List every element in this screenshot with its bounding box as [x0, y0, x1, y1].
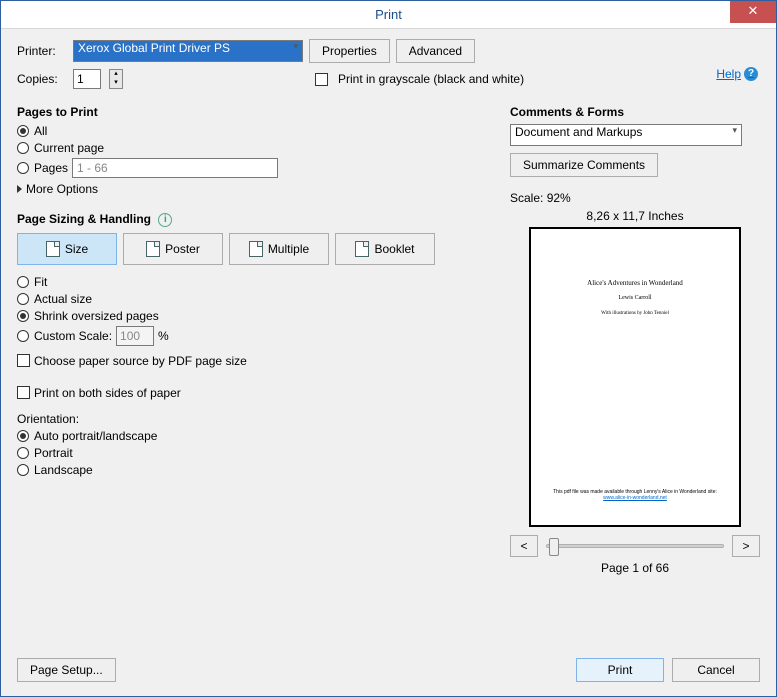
page-slider[interactable]: [546, 544, 724, 548]
radio-custom-label: Custom Scale:: [34, 329, 112, 343]
radio-actual-label: Actual size: [34, 292, 92, 306]
chevron-down-icon: ▾: [293, 41, 298, 52]
advanced-button[interactable]: Advanced: [396, 39, 475, 63]
tab-multiple[interactable]: Multiple: [229, 233, 329, 265]
radio-shrink-label: Shrink oversized pages: [34, 309, 159, 323]
print-button[interactable]: Print: [576, 658, 664, 682]
tab-size[interactable]: Size: [17, 233, 117, 265]
help-icon: ?: [744, 67, 758, 81]
radio-current-label: Current page: [34, 141, 104, 155]
tab-poster[interactable]: Poster: [123, 233, 223, 265]
radio-actual-size[interactable]: [17, 293, 29, 305]
preview-doc-link: www.alice-in-wonderland.net: [545, 495, 725, 501]
chevron-down-icon: ▾: [732, 125, 737, 136]
page-indicator: Page 1 of 66: [510, 561, 760, 575]
radio-all[interactable]: [17, 125, 29, 137]
slider-thumb[interactable]: [549, 538, 559, 556]
spin-up-icon[interactable]: ▴: [110, 70, 122, 79]
print-preview: Alice's Adventures in Wonderland Lewis C…: [529, 227, 741, 527]
radio-pages-label: Pages: [34, 161, 68, 175]
summarize-comments-button[interactable]: Summarize Comments: [510, 153, 658, 177]
radio-custom-scale[interactable]: [17, 330, 29, 342]
scale-readout: Scale: 92%: [510, 191, 760, 205]
grayscale-checkbox[interactable]: [315, 73, 328, 86]
page-setup-button[interactable]: Page Setup...: [17, 658, 116, 682]
page-icon: [46, 241, 60, 257]
copies-spinner[interactable]: ▴▾: [109, 69, 123, 89]
pages-range-input[interactable]: [72, 158, 278, 178]
more-options-toggle[interactable]: More Options: [17, 182, 490, 196]
radio-fit[interactable]: [17, 276, 29, 288]
pages-to-print-heading: Pages to Print: [17, 105, 490, 119]
copies-label: Copies:: [17, 72, 67, 86]
radio-portrait[interactable]: [17, 447, 29, 459]
preview-doc-title: Alice's Adventures in Wonderland: [545, 279, 725, 287]
cancel-button[interactable]: Cancel: [672, 658, 760, 682]
radio-auto-label: Auto portrait/landscape: [34, 429, 157, 443]
window-title: Print: [1, 1, 776, 29]
both-sides-checkbox[interactable]: [17, 386, 30, 399]
radio-pages[interactable]: [17, 162, 29, 174]
comments-forms-heading: Comments & Forms: [510, 105, 760, 119]
grayscale-label: Print in grayscale (black and white): [338, 72, 524, 86]
preview-doc-author: Lewis Carroll: [545, 295, 725, 301]
radio-landscape-label: Landscape: [34, 463, 93, 477]
comments-forms-select[interactable]: Document and Markups ▾: [510, 124, 742, 146]
next-page-button[interactable]: >: [732, 535, 760, 557]
titlebar: Print ✕: [1, 1, 776, 29]
page-icon: [146, 241, 160, 257]
properties-button[interactable]: Properties: [309, 39, 390, 63]
spin-down-icon[interactable]: ▾: [110, 79, 122, 88]
sizing-heading: Page Sizing & Handling i: [17, 212, 490, 227]
radio-shrink[interactable]: [17, 310, 29, 322]
comments-forms-selected: Document and Markups: [515, 125, 642, 139]
printer-select[interactable]: Xerox Global Print Driver PS ▾: [73, 40, 303, 62]
radio-auto-orientation[interactable]: [17, 430, 29, 442]
custom-scale-input[interactable]: [116, 326, 154, 346]
radio-all-label: All: [34, 124, 47, 138]
info-icon[interactable]: i: [158, 213, 172, 227]
choose-paper-checkbox[interactable]: [17, 354, 30, 367]
tab-booklet[interactable]: Booklet: [335, 233, 435, 265]
print-dialog: Print ✕ Help ? Printer: Xerox Global Pri…: [0, 0, 777, 697]
percent-label: %: [158, 329, 169, 343]
radio-fit-label: Fit: [34, 275, 47, 289]
radio-current-page[interactable]: [17, 142, 29, 154]
radio-landscape[interactable]: [17, 464, 29, 476]
help-label: Help: [716, 67, 741, 81]
choose-paper-label: Choose paper source by PDF page size: [34, 354, 247, 368]
orientation-heading: Orientation:: [17, 412, 490, 426]
prev-page-button[interactable]: <: [510, 535, 538, 557]
printer-label: Printer:: [17, 44, 67, 58]
more-options-label: More Options: [26, 182, 98, 196]
page-icon: [249, 241, 263, 257]
page-icon: [355, 241, 369, 257]
preview-doc-illustrator: With illustrations by John Tenniel: [545, 311, 725, 316]
copies-input[interactable]: [73, 69, 101, 89]
help-link[interactable]: Help ?: [716, 67, 758, 81]
triangle-right-icon: [17, 185, 22, 193]
printer-selected: Xerox Global Print Driver PS: [78, 41, 230, 55]
paper-dimensions: 8,26 x 11,7 Inches: [510, 209, 760, 223]
close-button[interactable]: ✕: [730, 1, 776, 23]
radio-portrait-label: Portrait: [34, 446, 73, 460]
both-sides-label: Print on both sides of paper: [34, 386, 181, 400]
